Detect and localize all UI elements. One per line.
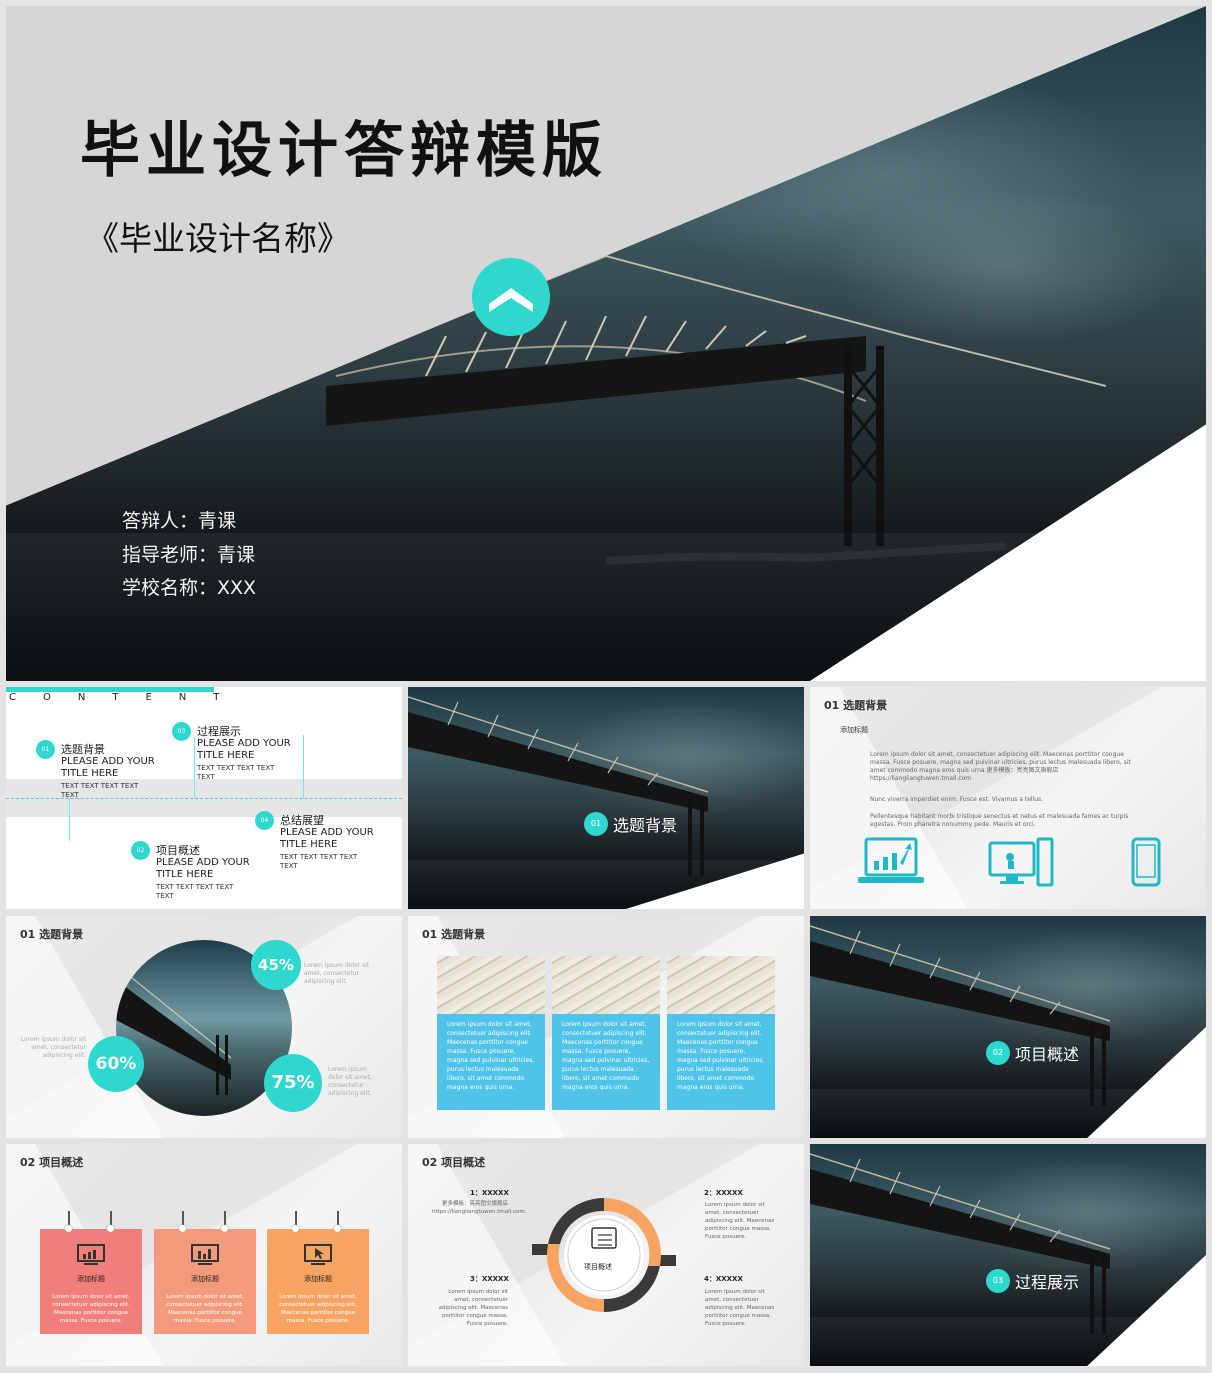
- point-2-text: Lorem ipsum dolor sit amet, consectetuer…: [705, 1202, 775, 1240]
- item-subtitle: PLEASE ADD YOUR TITLE HERE: [61, 756, 155, 779]
- slide-header: 02 项目概述: [20, 1156, 84, 1169]
- section-slide-01[interactable]: 01 选题背景: [408, 687, 804, 909]
- stat-75-text: Lorem ipsum dolor sit amet, consectetur …: [328, 1066, 372, 1097]
- text-column-3: Lorem ipsum dolor sit amet, consectetuer…: [667, 956, 775, 1110]
- section-number: 02: [986, 1041, 1010, 1065]
- section-label-01: 01 选题背景: [584, 812, 677, 836]
- text-texture-image: [667, 956, 775, 1014]
- section-title: 项目概述: [1015, 1045, 1080, 1064]
- slide-subtitle: 添加标题: [840, 726, 868, 734]
- section-title: 选题背景: [613, 816, 678, 835]
- point-4-title: 4：XXXXX: [704, 1275, 743, 1283]
- presenter-label: 答辩人：青课: [122, 510, 237, 532]
- item-title: 选题背景: [61, 743, 105, 756]
- slide-header: 01 选题背景: [422, 928, 486, 941]
- advisor-label: 指导老师：青课: [122, 544, 256, 566]
- item-title: 总结展望: [280, 814, 324, 827]
- item-number: 04: [255, 811, 274, 830]
- point-1-text: 更多模板：亮亮图文旗舰店 https://liangliangtuwen.tma…: [432, 1201, 527, 1215]
- point-1-title: 1：XXXXX: [470, 1189, 509, 1197]
- slide-header: 01 选题背景: [20, 928, 84, 941]
- text-texture-image: [437, 956, 545, 1014]
- item-subtitle: PLEASE ADD YOUR TITLE HERE: [280, 827, 374, 850]
- item-text: TEXT TEXT TEXT TEXT TEXT: [280, 853, 358, 870]
- stat-45-text: Lorem ipsum dolor sit amet, consectetur …: [304, 962, 370, 985]
- item-number: 02: [131, 841, 150, 860]
- stat-75: 75%: [264, 1054, 322, 1112]
- item-title: 项目概述: [156, 844, 200, 857]
- info-card-2: 添加标题 Lorem ipsum dolor sit amet, consect…: [154, 1211, 256, 1334]
- stat-45: 45%: [251, 940, 301, 990]
- laptop-chart-icon: [858, 837, 924, 883]
- ring-diagram: [532, 1198, 676, 1312]
- card-label: 添加标题: [77, 1275, 105, 1283]
- paragraph-1: Lorem ipsum dolor sit amet, consectetuer…: [870, 751, 1131, 782]
- section-title: 过程展示: [1015, 1273, 1080, 1292]
- connector-line: [194, 737, 195, 799]
- section-label-03: 03 过程展示: [986, 1269, 1079, 1293]
- monitor-chart-icon: [77, 1244, 105, 1265]
- item-title: 过程展示: [197, 725, 241, 738]
- ring-center-label: 项目概述: [584, 1263, 612, 1271]
- info-card-1: 添加标题 Lorem ipsum dolor sit amet, consect…: [40, 1211, 142, 1334]
- point-4-text: Lorem ipsum dolor sit amet, consectetuer…: [705, 1289, 775, 1327]
- cover-subtitle: 《毕业设计名称》: [86, 219, 350, 258]
- point-2-title: 2：XXXXX: [704, 1189, 743, 1197]
- card-label: 添加标题: [191, 1275, 219, 1283]
- column-text: Lorem ipsum dolor sit amet, consectetuer…: [677, 1021, 765, 1091]
- monitor-cursor-icon: [304, 1244, 332, 1265]
- item-text: TEXT TEXT TEXT TEXT TEXT: [197, 764, 275, 781]
- chevron-up-icon: [472, 258, 550, 336]
- column-text: Lorem ipsum dolor sit amet, consectetuer…: [447, 1021, 535, 1091]
- section-number: 03: [986, 1269, 1010, 1293]
- stat-60-text: Lorem ipsum dolor sit amet, consectetur …: [20, 1036, 86, 1059]
- stat-60: 60%: [88, 1036, 144, 1092]
- info-card-3: 添加标题 Lorem ipsum dolor sit amet, consect…: [267, 1211, 369, 1334]
- slide-header: 01 选题背景: [824, 699, 888, 712]
- paragraph-2: Nunc viverra imperdiet enim. Fusce est. …: [870, 796, 1044, 803]
- text-column-2: Lorem ipsum dolor sit amet, consectetuer…: [552, 956, 660, 1110]
- text-texture-image: [552, 956, 660, 1014]
- phone-icon: [1131, 837, 1161, 887]
- section-number: 01: [584, 812, 608, 836]
- content-heading: CONTENT: [9, 692, 247, 703]
- school-label: 学校名称：XXX: [122, 577, 257, 599]
- cover-slide[interactable]: 毕业设计答辩模版 《毕业设计名称》 答辩人：青课 指导老师：青课 学校名称：XX…: [6, 6, 1206, 681]
- card-label: 添加标题: [304, 1275, 332, 1283]
- item-subtitle: PLEASE ADD YOUR TITLE HERE: [197, 738, 291, 761]
- background-text-slide[interactable]: 01 选题背景 添加标题 Lorem ipsum dolor sit amet,…: [810, 687, 1206, 909]
- stats-slide[interactable]: 01 选题背景 45% Lorem ipsum dolor sit amet, …: [6, 916, 402, 1138]
- card-text: Lorem ipsum dolor sit amet, consectetuer…: [52, 1294, 130, 1324]
- columns-slide[interactable]: 01 选题背景 Lorem ipsum dolor sit amet, cons…: [408, 916, 804, 1138]
- point-3-title: 3：XXXXX: [470, 1275, 509, 1283]
- column-text: Lorem ipsum dolor sit amet, consectetuer…: [562, 1021, 650, 1091]
- item-number: 03: [172, 722, 191, 741]
- section-slide-03[interactable]: 03 过程展示: [810, 1144, 1206, 1366]
- slide-header: 02 项目概述: [422, 1156, 486, 1169]
- paragraph-3: Pellentesque habitant morbi tristique se…: [870, 813, 1129, 828]
- card-text: Lorem ipsum dolor sit amet, consectetuer…: [166, 1294, 244, 1324]
- cards-slide[interactable]: 02 项目概述 添加标题 Lorem ipsum dolor sit amet,…: [6, 1144, 402, 1366]
- item-text: TEXT TEXT TEXT TEXT TEXT: [156, 883, 234, 900]
- ring-diagram-slide[interactable]: 02 项目概述 项目概述 1：XXXXX 更多模板：亮亮图文旗舰店 https:…: [408, 1144, 804, 1366]
- desktop-touch-icon: [988, 837, 1054, 887]
- text-column-1: Lorem ipsum dolor sit amet, consectetuer…: [437, 956, 545, 1110]
- item-text: TEXT TEXT TEXT TEXT TEXT: [61, 782, 139, 799]
- section-slide-02[interactable]: 02 项目概述: [810, 916, 1206, 1138]
- card-text: Lorem ipsum dolor sit amet, consectetuer…: [279, 1294, 357, 1324]
- point-3-text: Lorem ipsum dolor sit amet, consectetuer…: [438, 1289, 508, 1327]
- connector-line: [69, 799, 70, 841]
- contents-slide[interactable]: CONTENT 01 选题背景 PLEASE ADD YOUR TITLE HE…: [6, 687, 402, 909]
- item-subtitle: PLEASE ADD YOUR TITLE HERE: [156, 857, 250, 880]
- section-label-02: 02 项目概述: [986, 1041, 1079, 1065]
- monitor-bars-icon: [191, 1244, 219, 1265]
- cover-title: 毕业设计答辩模版: [80, 116, 608, 186]
- item-number: 01: [36, 740, 55, 759]
